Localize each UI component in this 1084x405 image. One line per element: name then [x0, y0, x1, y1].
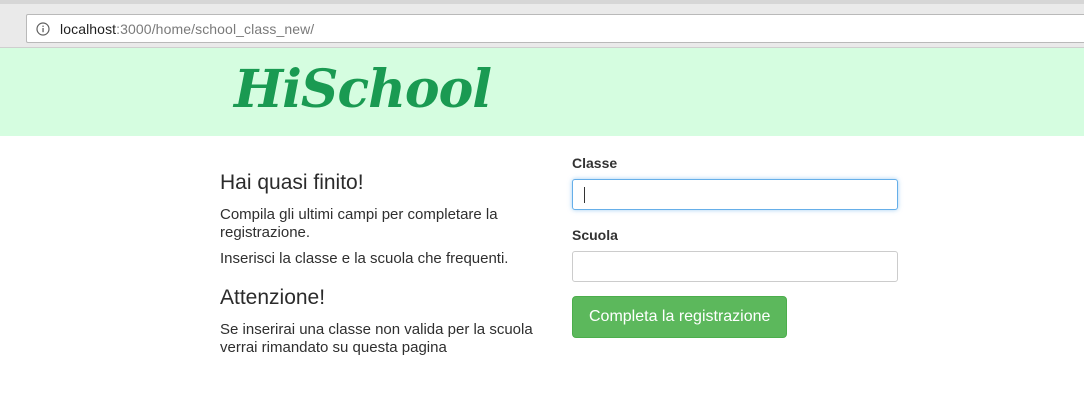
classe-input[interactable] [572, 179, 898, 210]
scuola-input[interactable] [572, 251, 898, 282]
intro-paragraph-2: Inserisci la classe e la scuola che freq… [220, 250, 509, 267]
hischool-logo[interactable]: HiSchool [234, 58, 492, 122]
browser-toolbar: localhost:3000/home/school_class_new/ [0, 0, 1084, 48]
classe-label: Classe [572, 155, 618, 171]
classe-field: Classe [572, 154, 898, 210]
url-host: localhost [60, 20, 117, 37]
complete-registration-button[interactable]: Completa la registrazione [572, 296, 788, 338]
info-circle-icon[interactable] [36, 21, 50, 36]
intro-paragraph-1: Compila gli ultimi campi per completare … [220, 206, 498, 241]
text-caret [584, 187, 585, 203]
address-bar[interactable]: localhost:3000/home/school_class_new/ [26, 14, 1084, 43]
intro-heading: Hai quasi finito! [220, 171, 364, 194]
registration-form: Classe Scuola Completa la registrazione [572, 154, 898, 338]
scuola-field: Scuola [572, 226, 898, 282]
warning-heading: Attenzione! [220, 286, 326, 309]
scuola-label: Scuola [572, 227, 618, 243]
warning-paragraph: Se inserirai una classe non valida per l… [220, 321, 533, 356]
url-path: :3000/home/school_class_new/ [116, 20, 315, 37]
site-header: HiSchool [0, 48, 1084, 136]
instructions-panel: Hai quasi finito! Compila gli ultimi cam… [220, 170, 540, 365]
url-text[interactable]: localhost:3000/home/school_class_new/ [60, 21, 314, 37]
